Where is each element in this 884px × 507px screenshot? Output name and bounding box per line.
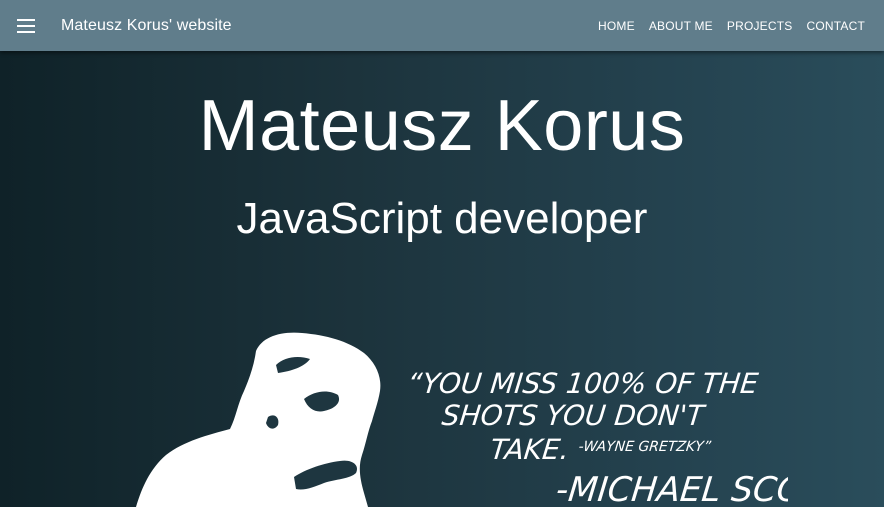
hero-section: Mateusz Korus JavaScript developer “YOU … xyxy=(0,51,884,507)
quote-line-3: TAKE. xyxy=(489,433,571,466)
quote-line-2: SHOTS YOU DON'T xyxy=(440,399,707,432)
quote-attribution-inner: -WAYNE GRETZKY” xyxy=(578,439,713,455)
nav-link-projects[interactable]: PROJECTS xyxy=(727,19,793,33)
hamburger-menu-icon[interactable] xyxy=(17,18,35,33)
top-navbar: Mateusz Korus' website HOME ABOUT ME PRO… xyxy=(0,0,884,51)
menu-bar-bottom xyxy=(17,30,35,33)
hero-subtitle: JavaScript developer xyxy=(236,194,648,243)
nav-links: HOME ABOUT ME PROJECTS CONTACT xyxy=(598,19,865,33)
quote-signature: -MICHAEL SCOTT xyxy=(554,470,788,507)
menu-bar-middle xyxy=(17,24,35,27)
quote-line-1: “YOU MISS 100% OF THE xyxy=(406,367,760,400)
hero-title: Mateusz Korus xyxy=(198,86,686,166)
michael-scott-quote-image: “YOU MISS 100% OF THE SHOTS YOU DON'T TA… xyxy=(136,332,788,507)
menu-bar-top xyxy=(17,18,35,21)
nav-link-home[interactable]: HOME xyxy=(598,19,635,33)
nav-link-contact[interactable]: CONTACT xyxy=(806,19,865,33)
site-brand-link[interactable]: Mateusz Korus' website xyxy=(61,17,232,35)
nav-link-about-me[interactable]: ABOUT ME xyxy=(649,19,713,33)
man-silhouette xyxy=(136,332,381,507)
